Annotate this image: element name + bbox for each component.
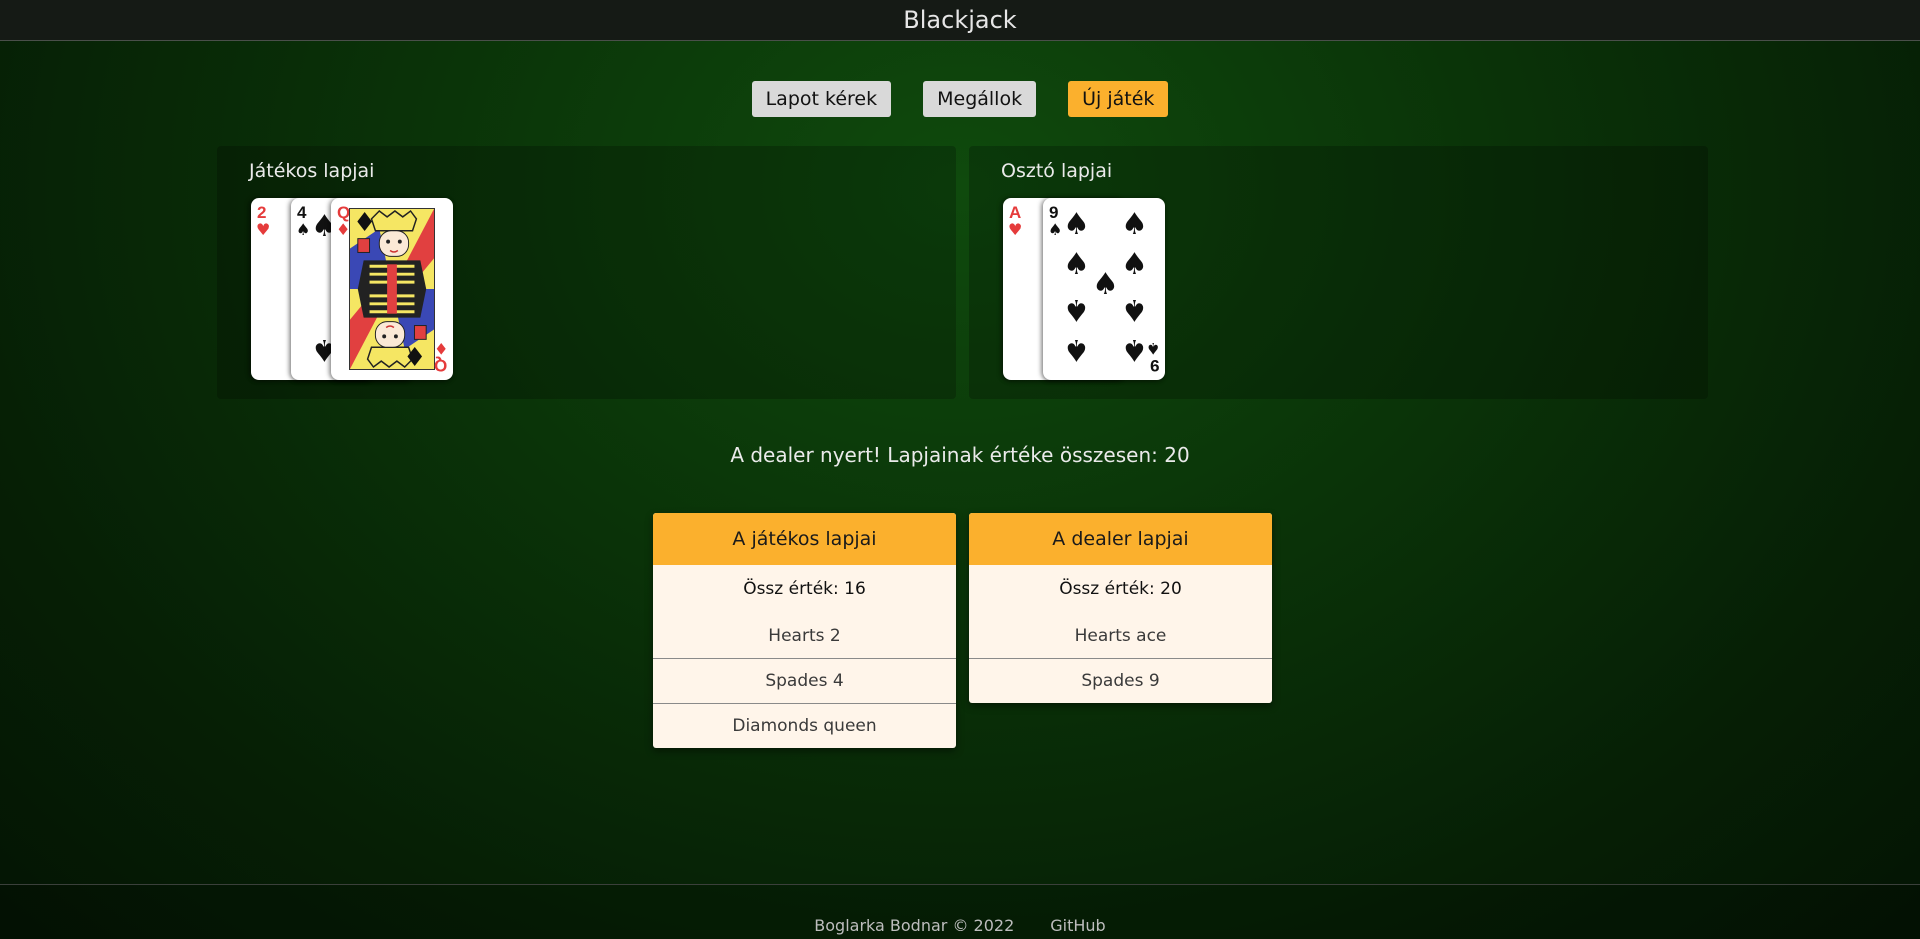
spade-icon: ♠	[1121, 247, 1148, 282]
new-game-button[interactable]: Új játék	[1068, 81, 1169, 117]
heart-icon: ♥	[1008, 220, 1023, 239]
list-item: Diamonds queen	[653, 703, 956, 748]
player-summary-card: A játékos lapjai Össz érték: 16 Hearts 2…	[653, 513, 956, 748]
spade-icon: ♠	[1121, 292, 1148, 327]
diamond-icon: ♦	[433, 339, 448, 358]
card-rank: A	[1009, 203, 1022, 222]
spade-icon: ♠	[296, 220, 311, 239]
dealer-summary-card: A dealer lapjai Össz érték: 20 Hearts ac…	[969, 513, 1272, 703]
diamond-icon: ♦	[353, 208, 377, 238]
list-item: Spades 9	[969, 658, 1272, 703]
dealer-total-value: Össz érték: 20	[1059, 579, 1182, 599]
card-rank-bottom: Q	[433, 356, 447, 375]
github-link[interactable]: GitHub	[1050, 916, 1105, 935]
list-item: Hearts 2	[768, 625, 841, 646]
game-controls: Lapot kérek Megállok Új játék	[0, 81, 1920, 117]
dealer-summary-title: A dealer lapjai	[969, 513, 1272, 565]
app-title: Blackjack	[903, 6, 1017, 34]
card-rank: 9	[1049, 203, 1059, 222]
dealer-panel-title: Osztó lapjai	[1001, 160, 1113, 182]
player-summary-title: A játékos lapjai	[653, 513, 956, 565]
spade-icon: ♠	[1121, 332, 1148, 367]
dealer-cards-panel: Osztó lapjai A ♥ ♥ 9 ♠ ♠ ♠ ♠ ♠ ♠ ♠ ♠ ♠ ♠…	[969, 146, 1708, 399]
spade-icon: ♠	[1063, 332, 1090, 367]
page-footer: Boglarka Bodnar © 2022 GitHub	[0, 884, 1920, 939]
spade-icon: ♠	[1092, 267, 1119, 302]
footer-credit: Boglarka Bodnar © 2022	[814, 916, 1015, 935]
spade-icon: ♠	[1145, 339, 1160, 358]
list-item: Hearts ace	[1074, 625, 1167, 646]
playing-card-spades-9: 9 ♠ ♠ ♠ ♠ ♠ ♠ ♠ ♠ ♠ ♠ 9 ♠	[1043, 198, 1165, 380]
player-cards-panel: Játékos lapjai 2 ♥ ♥ ♥ 4 ♠ ♠ ♠ ♠ ♠ Q ♦	[217, 146, 956, 399]
player-panel-title: Játékos lapjai	[249, 160, 375, 182]
spade-icon: ♠	[1063, 207, 1090, 242]
hit-button[interactable]: Lapot kérek	[751, 81, 892, 117]
playing-card-diamonds-queen: Q ♦ ♦ ♦ Q ♦	[331, 198, 453, 380]
card-rank: 4	[297, 203, 307, 222]
spade-icon: ♠	[1048, 220, 1063, 239]
list-item: Spades 4	[653, 658, 956, 703]
game-result-message: A dealer nyert! Lapjainak értéke összese…	[730, 443, 1190, 467]
stand-button[interactable]: Megállok	[923, 81, 1037, 117]
spade-icon: ♠	[1121, 207, 1148, 242]
player-total-value: Össz érték: 16	[743, 579, 866, 599]
spade-icon: ♠	[1063, 292, 1090, 327]
spade-icon: ♠	[1063, 247, 1090, 282]
diamond-icon: ♦	[403, 340, 427, 370]
card-rank-bottom: 9	[1149, 356, 1159, 375]
app-header: Blackjack	[0, 0, 1920, 41]
heart-icon: ♥	[256, 220, 271, 239]
card-rank: 2	[257, 203, 267, 222]
